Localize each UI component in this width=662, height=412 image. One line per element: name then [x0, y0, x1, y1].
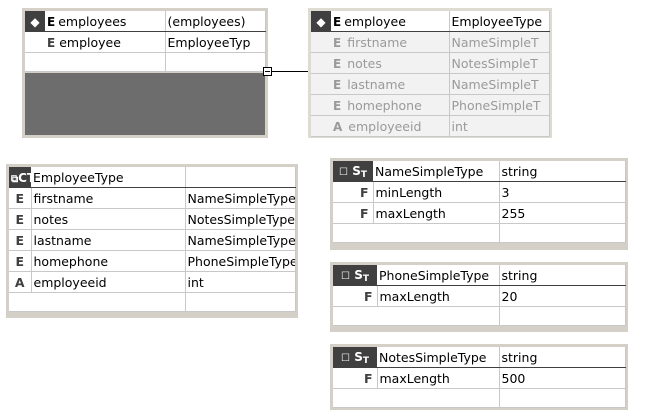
employees-name-cell[interactable]: Eemployees — [45, 11, 166, 32]
simple-type-icon: ☐ ST — [333, 161, 373, 182]
name-simple-type-name-cell[interactable]: NameSimpleType — [373, 161, 500, 182]
element-kind-icon: E — [9, 250, 32, 272]
facet-kind-icon: F — [333, 285, 378, 307]
table-row[interactable]: Efirstname NameSimpleT — [311, 31, 550, 53]
attribute-kind-icon: A — [333, 119, 343, 134]
diamond-element-icon: ◆ — [311, 11, 331, 32]
employees-element-panel[interactable]: ◆ Eemployees (employees) Eemployee Emplo… — [22, 8, 268, 138]
employee-element-grid: ◆ Eemployee EmployeeType Efirstname Name… — [311, 11, 550, 137]
phone-simple-type-base-cell[interactable]: string — [498, 265, 626, 286]
simple-type-icon: ☐ ST — [333, 265, 377, 286]
table-row[interactable]: Ehomephone PhoneSimpleT — [311, 94, 550, 116]
employees-type-cell[interactable]: (employees) — [164, 11, 266, 32]
employee-type-panel[interactable]: ⧉CT EmployeeType E firstname NameSimpleT… — [6, 164, 298, 318]
empty-row[interactable] — [333, 306, 626, 326]
employee-child-type: EmployeeTyp — [165, 31, 266, 53]
notes-simple-type-grid: ☐ ST NotesSimpleType string F maxLength … — [333, 347, 626, 408]
table-row[interactable]: F maxLength 20 — [333, 285, 626, 307]
connector-line — [272, 71, 308, 72]
table-row[interactable]: A employeeid int — [9, 271, 296, 293]
phone-simple-type-panel[interactable]: ☐ ST PhoneSimpleType string F maxLength … — [330, 262, 628, 332]
name-simple-type-panel[interactable]: ☐ ST NameSimpleType string F minLength 3… — [330, 158, 628, 250]
table-row[interactable]: F minLength 3 — [333, 181, 626, 203]
table-row[interactable]: E firstname NameSimpleType — [9, 187, 296, 209]
table-row[interactable]: E lastname NameSimpleType — [9, 229, 296, 251]
collapse-icon[interactable] — [263, 67, 272, 76]
phone-simple-type-grid: ☐ ST PhoneSimpleType string F maxLength … — [333, 265, 626, 326]
employee-type-base-cell[interactable] — [184, 167, 296, 188]
element-kind-icon: E — [9, 208, 32, 230]
table-row[interactable]: Elastname NameSimpleT — [311, 73, 550, 95]
empty-row[interactable] — [25, 52, 266, 72]
phone-simple-type-name-cell[interactable]: PhoneSimpleType — [377, 265, 500, 286]
diamond-element-icon: ◆ — [25, 11, 45, 32]
element-kind-icon: E — [333, 56, 342, 71]
table-row[interactable]: E notes NotesSimpleType — [9, 208, 296, 230]
notes-simple-type-header-row[interactable]: ☐ ST NotesSimpleType string — [333, 347, 626, 368]
employee-type-grid: ⧉CT EmployeeType E firstname NameSimpleT… — [9, 167, 296, 312]
facet-kind-icon: F — [333, 367, 378, 389]
employees-name: employees — [58, 13, 127, 29]
element-kind-icon: E — [9, 187, 32, 209]
notes-simple-type-name-cell[interactable]: NotesSimpleType — [377, 347, 500, 368]
table-row[interactable]: Enotes NotesSimpleT — [311, 52, 550, 74]
notes-simple-type-base-cell[interactable]: string — [498, 347, 626, 368]
element-kind-icon: E — [333, 98, 342, 113]
table-row[interactable]: Aemployeeid int — [311, 115, 550, 137]
table-row[interactable]: Eemployee EmployeeTyp — [25, 31, 266, 53]
name-simple-type-base-cell[interactable]: string — [498, 161, 626, 182]
empty-row[interactable] — [9, 292, 296, 312]
employees-element-grid: ◆ Eemployees (employees) Eemployee Emplo… — [25, 11, 266, 72]
employees-header-row[interactable]: ◆ Eemployees (employees) — [25, 11, 266, 32]
employee-element-panel[interactable]: ◆ Eemployee EmployeeType Efirstname Name… — [308, 8, 552, 138]
notes-simple-type-panel[interactable]: ☐ ST NotesSimpleType string F maxLength … — [330, 344, 628, 410]
facet-kind-icon: F — [333, 202, 374, 224]
element-kind-icon: E — [333, 35, 342, 50]
phone-simple-type-header-row[interactable]: ☐ ST PhoneSimpleType string — [333, 265, 626, 286]
empty-row[interactable] — [333, 388, 626, 408]
table-row[interactable]: F maxLength 255 — [333, 202, 626, 224]
table-row[interactable]: E homephone PhoneSimpleType — [9, 250, 296, 272]
complex-type-icon: ⧉CT — [9, 167, 31, 188]
empty-canvas-area — [25, 73, 265, 135]
name-simple-type-header-row[interactable]: ☐ ST NameSimpleType string — [333, 161, 626, 182]
element-kind-icon: E — [47, 14, 56, 29]
attribute-kind-icon: A — [9, 271, 32, 293]
element-kind-icon: E — [47, 35, 56, 50]
employee-type-cell[interactable]: EmployeeType — [448, 11, 550, 32]
employee-type-name-cell[interactable]: EmployeeType — [31, 167, 186, 188]
name-simple-type-grid: ☐ ST NameSimpleType string F minLength 3… — [333, 161, 626, 243]
employee-type-header-row[interactable]: ⧉CT EmployeeType — [9, 167, 296, 188]
element-kind-icon: E — [333, 77, 342, 92]
employee-header-row[interactable]: ◆ Eemployee EmployeeType — [311, 11, 550, 32]
element-kind-icon: E — [9, 229, 32, 251]
facet-kind-icon: F — [333, 181, 374, 203]
employee-child-name: Eemployee — [45, 31, 166, 53]
element-kind-icon: E — [333, 14, 342, 29]
empty-row[interactable] — [333, 223, 626, 243]
simple-type-icon: ☐ ST — [333, 347, 377, 368]
table-row[interactable]: F maxLength 500 — [333, 367, 626, 389]
employee-name-cell[interactable]: Eemployee — [331, 11, 450, 32]
